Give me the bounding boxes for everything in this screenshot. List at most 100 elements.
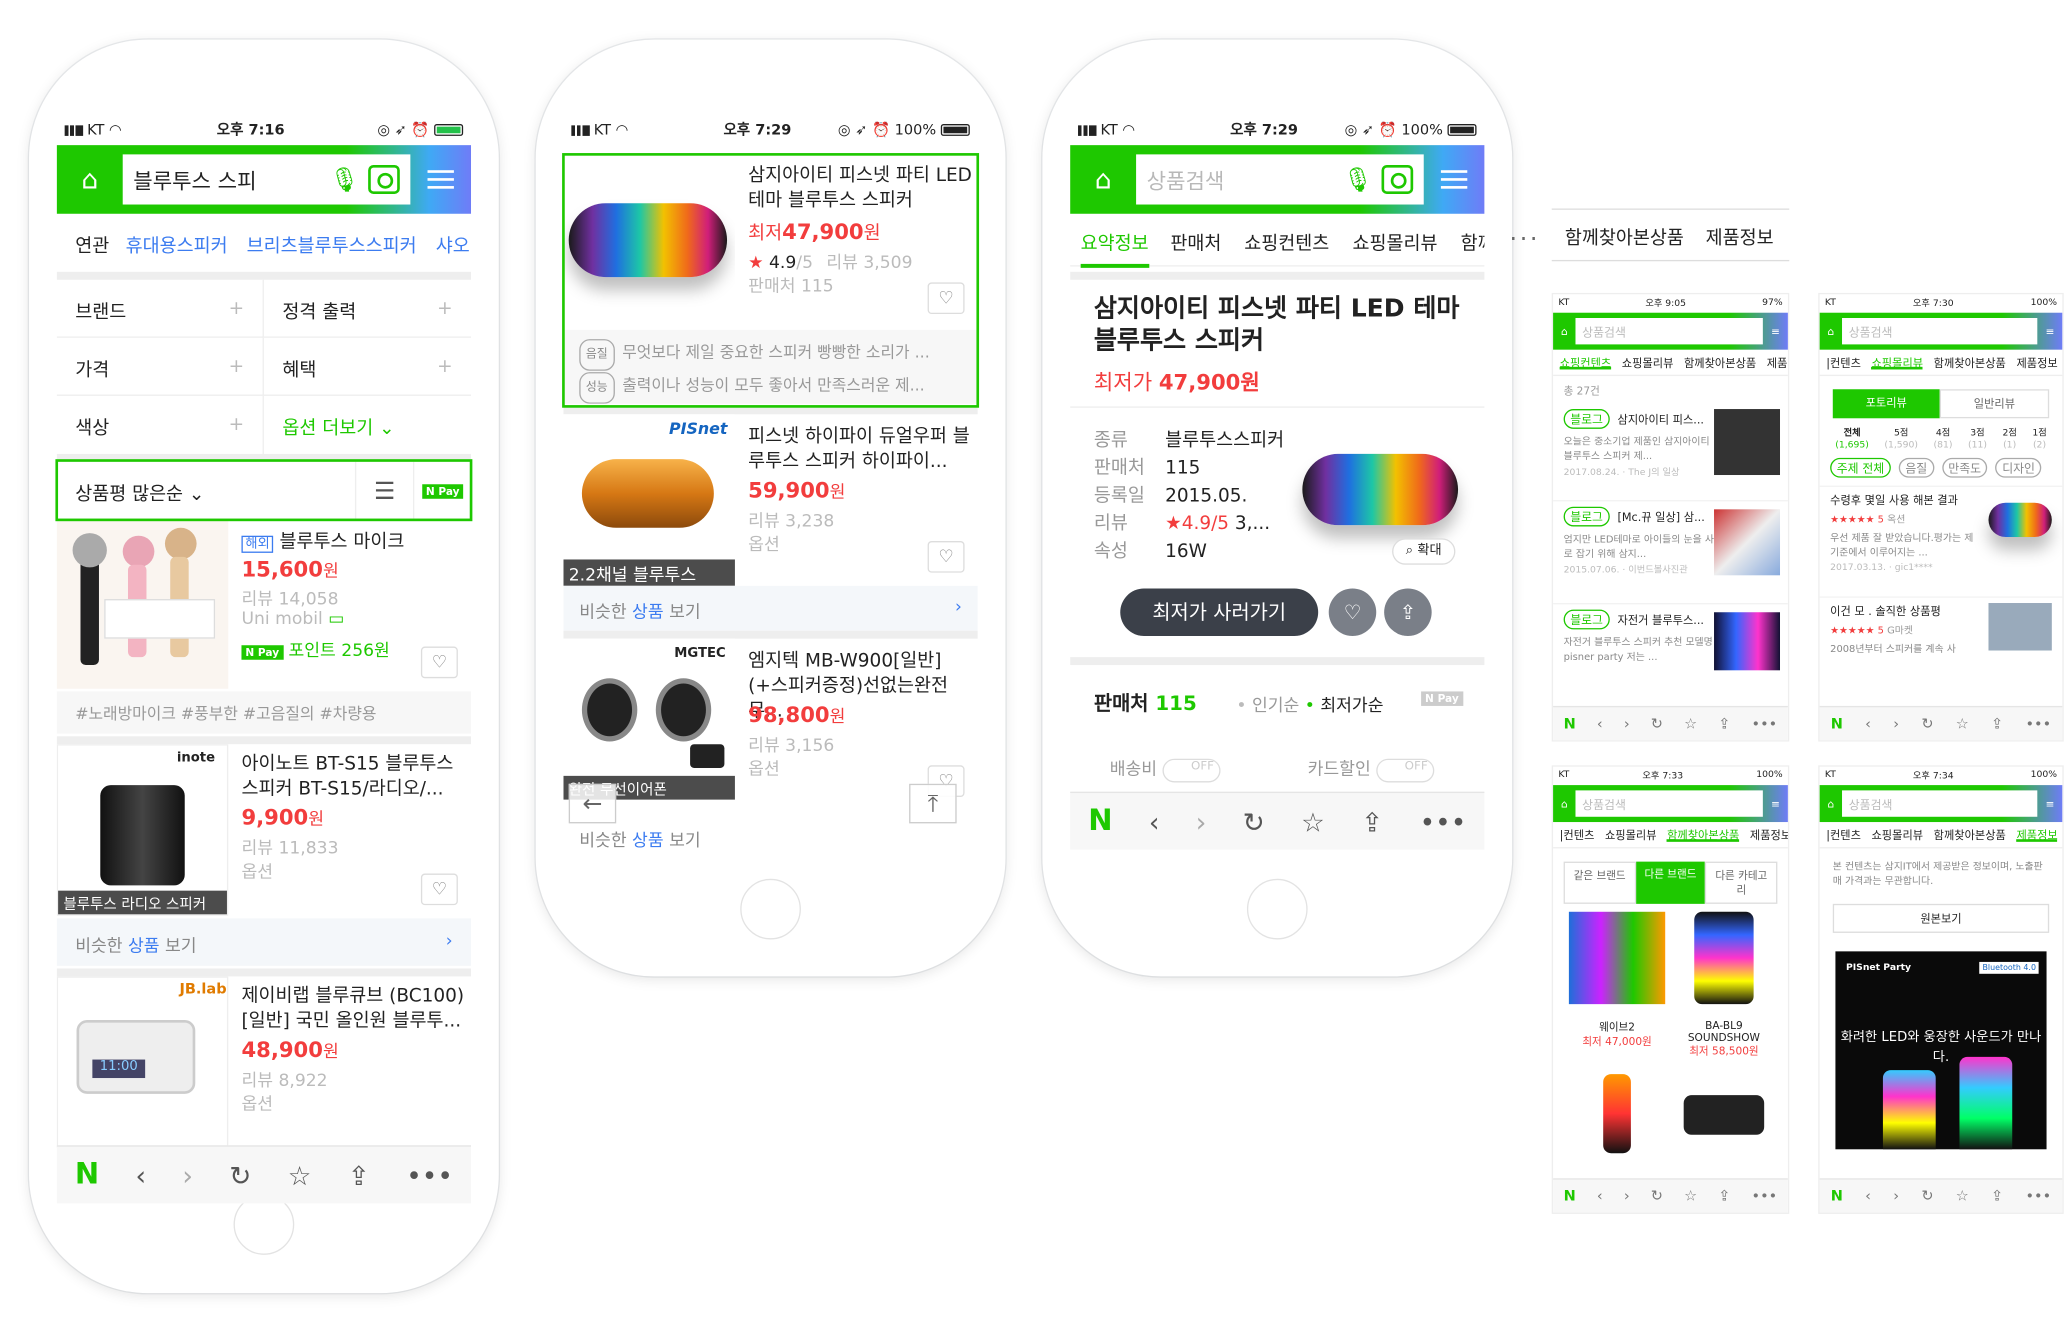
product-card[interactable]: JB.lab 11:00 제이비랩 블루큐브 (BC100) [일반] 국민 올…: [56, 976, 471, 1148]
share-icon[interactable]: ⇪: [1361, 806, 1383, 838]
mic-icon[interactable]: 🎙: [329, 164, 359, 196]
card-discount-toggle[interactable]: OFF: [1376, 758, 1435, 782]
heart-icon[interactable]: ♡: [1328, 588, 1377, 636]
product-title[interactable]: 아이노트 BT-S15 블루투스 스피커 BT-S15/라디오/...: [241, 752, 465, 802]
heart-icon[interactable]: ♡: [927, 540, 965, 573]
home-icon[interactable]: ⌂: [1828, 798, 1835, 810]
divider: [1070, 406, 1485, 408]
sort-popular[interactable]: 인기순: [1252, 697, 1299, 717]
related-tag[interactable]: 샤오미: [436, 236, 471, 257]
zoom-button[interactable]: ⌕ 확대: [1392, 538, 1456, 565]
menu-icon[interactable]: ≡: [1771, 798, 1780, 810]
back-icon[interactable]: ‹: [136, 1159, 147, 1191]
review-count: 리뷰 11,833: [241, 839, 339, 859]
sellers-heading: 판매처: [1093, 691, 1149, 716]
shipping-label: 배송비: [1109, 760, 1158, 780]
menu-icon[interactable]: ≡: [2046, 798, 2055, 810]
buy-lowest-button[interactable]: 최저가 사러가기: [1120, 588, 1319, 636]
back-arrow-icon[interactable]: ←: [568, 783, 617, 824]
more-icon[interactable]: •••: [1420, 806, 1467, 838]
naver-icon[interactable]: N: [1088, 805, 1112, 838]
tab-mall-review[interactable]: 쇼핑몰리뷰: [1352, 230, 1437, 256]
menu-button[interactable]: [410, 145, 471, 214]
product-title[interactable]: 피스넷 하이파이 듀얼우퍼 블루투스 스피커 하이파이...: [748, 425, 975, 475]
tab-related-products[interactable]: 함께찾아본상품: [1565, 228, 1684, 249]
search-input[interactable]: 상품검색 🎙: [1136, 154, 1424, 205]
tab-summary[interactable]: 요약정보: [1080, 230, 1149, 268]
home-icon[interactable]: ⌂: [57, 145, 123, 214]
divider: [1070, 271, 1485, 280]
share-icon[interactable]: ⇪: [1384, 588, 1432, 636]
home-button[interactable]: [740, 878, 801, 940]
content-row[interactable]: 블로그 자전거 블루투스... 자전거 블루투스 스피커 추천 모델명 pisne…: [1553, 604, 1788, 696]
product-title[interactable]: 블루투스 마이크: [280, 532, 405, 553]
reload-icon[interactable]: ↻: [229, 1159, 251, 1191]
product-card[interactable]: inote 블루투스 라디오 스피커 아이노트 BT-S15 블루투스 스피커 …: [56, 744, 472, 968]
review-row[interactable]: 이건 모 . 솔직한 상품평 ★★★★★ 5 G마켓 2008년부터 스피커를 …: [1819, 596, 2063, 675]
filter-color[interactable]: 색상 +: [57, 395, 264, 454]
forward-icon[interactable]: ›: [182, 1159, 193, 1191]
more-options-button[interactable]: 옵션 더보기 ⌄: [264, 396, 471, 454]
view-original-button[interactable]: 원본보기: [1832, 903, 2050, 933]
star-icon[interactable]: ☆: [1301, 806, 1325, 838]
lens-icon[interactable]: [368, 164, 400, 194]
home-icon[interactable]: ⌂: [1828, 325, 1835, 337]
reload-icon[interactable]: ↻: [1243, 806, 1265, 838]
lowest-price: 47,900원: [1158, 369, 1260, 395]
mic-icon[interactable]: 🎙: [1343, 164, 1373, 196]
home-icon[interactable]: ⌂: [1561, 325, 1568, 337]
related-tag[interactable]: 휴대용스피커: [126, 236, 228, 257]
filter-brand[interactable]: 브랜드 +: [56, 279, 264, 338]
menu-button[interactable]: [1424, 145, 1485, 214]
heart-icon[interactable]: ♡: [420, 873, 458, 906]
option-label: 옵션: [241, 1095, 274, 1115]
scroll-top-icon[interactable]: ⤒: [909, 783, 957, 824]
product-card[interactable]: 해외 블루투스 마이크 15,600원 리뷰 14,058 Uni mobil …: [56, 519, 472, 747]
photo-review-tab[interactable]: 포토리뷰: [1832, 389, 1940, 419]
status-time: 오후 7:16: [216, 121, 285, 139]
menu-icon[interactable]: ≡: [1771, 325, 1780, 337]
tab-product-info[interactable]: 제품정보: [1706, 228, 1774, 249]
forward-icon[interactable]: ›: [1196, 806, 1207, 838]
content-row[interactable]: 블로그 삼지아이티 피스... 오늘은 중소기업 제품인 삼지아이티 블루투스 스…: [1553, 406, 1788, 502]
product-title[interactable]: 제이비랩 블루큐브 (BC100) [일반] 국민 올인원 블루투...: [241, 984, 465, 1034]
review-row[interactable]: 수령후 몇일 사용 해본 결과 ★★★★★ 5 옥션 우선 제품 잘 받았습니다…: [1819, 485, 2063, 597]
related-product[interactable]: 웨이브2 최저 47,000원: [1564, 911, 1671, 1058]
signal-icon: [1078, 124, 1097, 136]
share-icon[interactable]: ⇪: [348, 1159, 370, 1191]
mini-screen-related: KT 오후 7:33 100% ⌂ 상품검색 ≡ |컨텐츠 쇼핑몰리뷰 함께찾아본상품 제품정…: [1551, 765, 1790, 1214]
sort-lowest[interactable]: 최저가순: [1320, 697, 1383, 717]
related-product[interactable]: BA-BL9 SOUNDSHOW 최저 58,500원: [1670, 911, 1777, 1058]
product-banner: PISnet Party Bluetooth 4.0 화려한 LED와 웅장한 …: [1835, 951, 2047, 1150]
search-input[interactable]: 블루투스 스피 🎙: [122, 154, 411, 205]
product-price: 15,600: [241, 556, 323, 582]
back-icon[interactable]: ‹: [1149, 806, 1160, 838]
home-icon[interactable]: ⌂: [1070, 145, 1136, 214]
filter-output[interactable]: 정격 출력 +: [263, 280, 472, 338]
product-card[interactable]: MGTEC 완전 무선이어폰 엠지텍 MB-W900[일반] (+스피커증정)선…: [563, 638, 977, 850]
search-bar: ⌂ 블루투스 스피 🎙: [56, 145, 472, 214]
heart-icon[interactable]: ♡: [420, 646, 458, 679]
home-icon[interactable]: ⌂: [1561, 798, 1568, 810]
similar-products-link[interactable]: 비슷한 상품 보기 ›: [563, 585, 978, 631]
product-card[interactable]: PISnet 2.2채널 블루투스 피스넷 하이파이 듀얼우퍼 블루투스 스피커…: [563, 414, 978, 631]
more-icon[interactable]: •••: [406, 1159, 453, 1191]
content-row[interactable]: 블로그 [Mc.뀨 일상] 삼... 엄지만 LED테마로 아이들의 눈을 사로 …: [1553, 501, 1788, 605]
tab-shopping-content[interactable]: 쇼핑컨텐츠: [1244, 230, 1329, 256]
tab-together[interactable]: 함께: [1461, 230, 1485, 256]
related-tag[interactable]: 브리츠블루투스스피커: [247, 236, 417, 257]
similar-products-link[interactable]: 비슷한 상품 보기 ›: [56, 918, 472, 966]
similar-products-link[interactable]: 비슷한 상품 보기: [563, 823, 977, 849]
filter-price[interactable]: 가격 +: [56, 337, 264, 396]
home-button[interactable]: [1246, 878, 1308, 940]
status-icons: ◎ ➶ ⏰: [1344, 120, 1402, 138]
general-review-tab[interactable]: 일반리뷰: [1939, 389, 2050, 419]
status-bar: KT ◠ 오후 7:29 ◎ ➶ ⏰ 100%: [1070, 113, 1484, 145]
star-icon[interactable]: ☆: [288, 1159, 312, 1191]
naver-icon[interactable]: N: [75, 1159, 99, 1192]
menu-icon[interactable]: ≡: [2046, 325, 2055, 337]
lens-icon[interactable]: [1381, 164, 1414, 194]
tab-sellers[interactable]: 판매처: [1170, 230, 1221, 256]
filter-benefit[interactable]: 혜택 +: [263, 338, 472, 396]
shipping-toggle[interactable]: OFF: [1162, 758, 1221, 782]
